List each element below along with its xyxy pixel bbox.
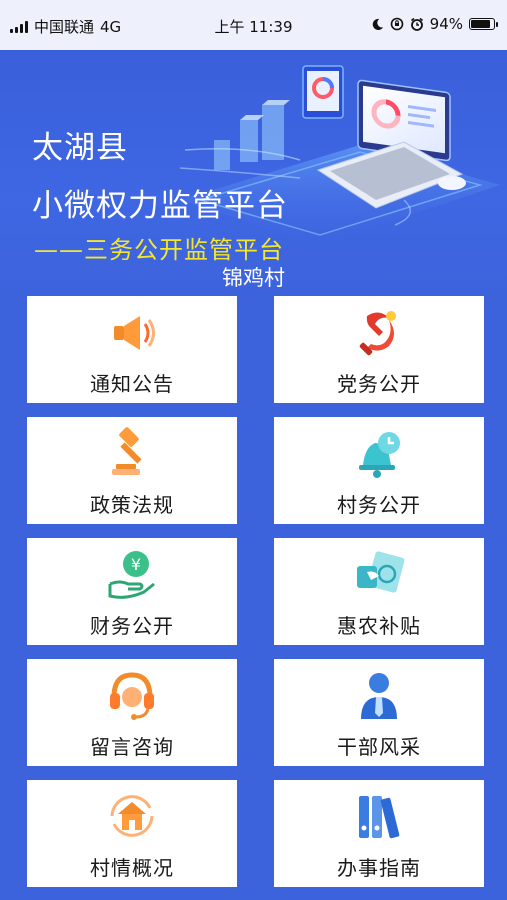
menu-item-notice[interactable]: 通知公告 bbox=[27, 296, 237, 403]
bell-clock-icon bbox=[359, 432, 400, 478]
menu-item-label: 村务公开 bbox=[337, 493, 421, 517]
money-hand-icon: ¥ bbox=[108, 551, 155, 599]
party-emblem-icon bbox=[359, 311, 396, 356]
alarm-icon bbox=[410, 17, 423, 31]
menu-item-label: 通知公告 bbox=[90, 372, 174, 396]
battery-icon bbox=[469, 18, 498, 30]
status-bar: 中国联通 4G 上午 11:39 94% bbox=[0, 0, 507, 50]
county-title: 太湖县 bbox=[32, 130, 128, 166]
menu-item-policy[interactable]: 政策法规 bbox=[27, 417, 237, 524]
menu-grid: 通知公告 党务公开 政策法规 村务公开 ¥ 财务公开 惠农补贴 留言咨询 干部风… bbox=[0, 295, 507, 900]
platform-title: 小微权力监管平台 bbox=[32, 188, 288, 224]
cadre-icon bbox=[361, 673, 397, 719]
menu-item-label: 干部风采 bbox=[337, 735, 421, 759]
svg-text:¥: ¥ bbox=[131, 555, 141, 574]
menu-item-cadres[interactable]: 干部风采 bbox=[274, 659, 484, 766]
menu-item-label: 政策法规 bbox=[90, 493, 174, 517]
menu-item-finance[interactable]: ¥ 财务公开 bbox=[27, 538, 237, 645]
gavel-icon bbox=[112, 427, 142, 475]
menu-item-service-guide[interactable]: 办事指南 bbox=[274, 780, 484, 887]
menu-item-label: 财务公开 bbox=[90, 614, 174, 638]
battery-percent: 94% bbox=[429, 15, 463, 33]
menu-item-label: 党务公开 bbox=[337, 372, 421, 396]
megaphone-icon bbox=[114, 316, 155, 350]
menu-item-label: 办事指南 bbox=[337, 856, 421, 880]
status-bar-right: 94% bbox=[371, 15, 498, 33]
header-banner: 太湖县 小微权力监管平台 ——三务公开监管平台 锦鸡村 bbox=[0, 50, 507, 295]
platform-subtitle: ——三务公开监管平台 bbox=[34, 236, 284, 264]
subsidy-card-icon bbox=[357, 551, 405, 593]
menu-item-label: 留言咨询 bbox=[90, 735, 174, 759]
menu-item-party-affairs[interactable]: 党务公开 bbox=[274, 296, 484, 403]
headset-icon bbox=[110, 672, 154, 720]
menu-item-village-overview[interactable]: 村情概况 bbox=[27, 780, 237, 887]
menu-item-subsidy[interactable]: 惠农补贴 bbox=[274, 538, 484, 645]
village-name: 锦鸡村 bbox=[222, 266, 285, 290]
menu-item-label: 惠农补贴 bbox=[337, 614, 421, 638]
rotation-lock-icon bbox=[390, 17, 403, 31]
menu-item-consult[interactable]: 留言咨询 bbox=[27, 659, 237, 766]
house-icon bbox=[110, 795, 154, 837]
moon-icon bbox=[372, 18, 383, 30]
binders-icon bbox=[359, 796, 400, 839]
menu-item-village-affairs[interactable]: 村务公开 bbox=[274, 417, 484, 524]
menu-item-label: 村情概况 bbox=[90, 856, 174, 880]
